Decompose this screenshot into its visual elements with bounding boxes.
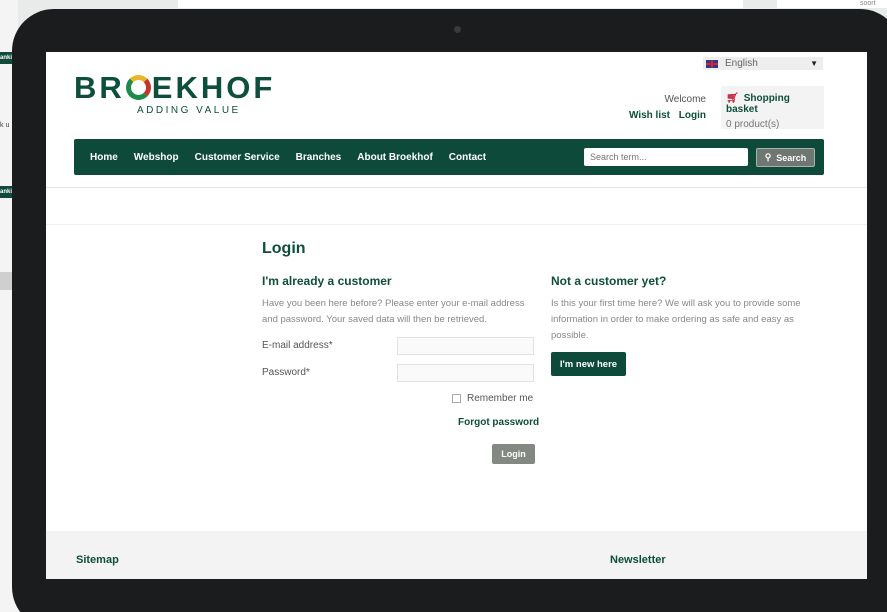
nav-home[interactable]: Home [90, 152, 118, 163]
cart-icon: 🛒︎ [726, 93, 739, 104]
existing-customer-text: Have you been here before? Please enter … [262, 298, 525, 325]
header-divider [46, 187, 867, 188]
search-button-label: Search [776, 152, 807, 163]
search-input[interactable] [584, 148, 748, 166]
search-button[interactable]: ⚲ Search [756, 148, 815, 167]
shopping-basket[interactable]: 🛒︎ Shopping basket 0 product(s) [721, 86, 824, 130]
logo-o-icon [125, 75, 151, 100]
dropdown-arrow-icon: ▼ [810, 59, 818, 68]
basket-title: 🛒︎ Shopping basket [726, 93, 824, 115]
camera-icon [454, 26, 461, 33]
main-nav: Home Webshop Customer Service Branches A… [74, 139, 824, 175]
tablet-frame: BR EKHOF ADDING VALUE English ▼ Welcome W… [12, 9, 887, 612]
remember-me[interactable]: Remember me [452, 393, 533, 404]
existing-customer-heading: I'm already a customer [262, 274, 392, 288]
login-button[interactable]: Login [492, 444, 535, 464]
welcome-text: Welcome [664, 94, 707, 105]
basket-count: 0 product(s) [726, 119, 780, 130]
language-label: English [725, 58, 758, 69]
forgot-password-link[interactable]: Forgot password [458, 417, 539, 428]
breadcrumb-divider [46, 224, 867, 225]
footer-sitemap-heading: Sitemap [76, 554, 119, 566]
logo-wordmark: BR EKHOF [74, 72, 275, 104]
email-field[interactable] [397, 337, 534, 355]
remember-checkbox[interactable] [452, 394, 461, 403]
nav-about[interactable]: About Broekhof [357, 152, 433, 163]
wish-list-link[interactable]: Wish list [629, 110, 670, 121]
nav-branches[interactable]: Branches [296, 152, 342, 163]
page-title: Login [262, 240, 306, 257]
uk-flag-icon [706, 59, 718, 68]
password-field[interactable] [397, 364, 534, 382]
account-links: Wish list Login [623, 110, 706, 121]
logo[interactable]: BR EKHOF ADDING VALUE [74, 72, 275, 117]
nav-customer-service[interactable]: Customer Service [195, 152, 280, 163]
nav-contact[interactable]: Contact [449, 152, 486, 163]
background-left-text: k u [0, 122, 10, 129]
logo-text-part-1: BR [74, 70, 125, 105]
new-customer-heading: Not a customer yet? [551, 274, 667, 288]
search-icon: ⚲ [764, 152, 772, 162]
footer: Sitemap Newsletter [46, 531, 867, 579]
remember-label: Remember me [467, 393, 534, 404]
screen: BR EKHOF ADDING VALUE English ▼ Welcome W… [46, 52, 867, 579]
new-customer-button[interactable]: I'm new here [551, 352, 626, 376]
background-page-strip [178, 0, 743, 8]
logo-text-part-2: EKHOF [151, 70, 276, 105]
nav-webshop[interactable]: Webshop [134, 152, 179, 163]
language-select[interactable]: English ▼ [703, 57, 823, 70]
password-label: Password* [262, 367, 310, 378]
background-sort-text: soort [860, 0, 876, 7]
logo-tagline: ADDING VALUE [137, 105, 241, 116]
email-label: E-mail address* [262, 340, 333, 351]
footer-newsletter-heading: Newsletter [610, 554, 666, 566]
new-customer-text: Is this your first time here? We will as… [551, 298, 801, 341]
login-link[interactable]: Login [679, 110, 706, 121]
